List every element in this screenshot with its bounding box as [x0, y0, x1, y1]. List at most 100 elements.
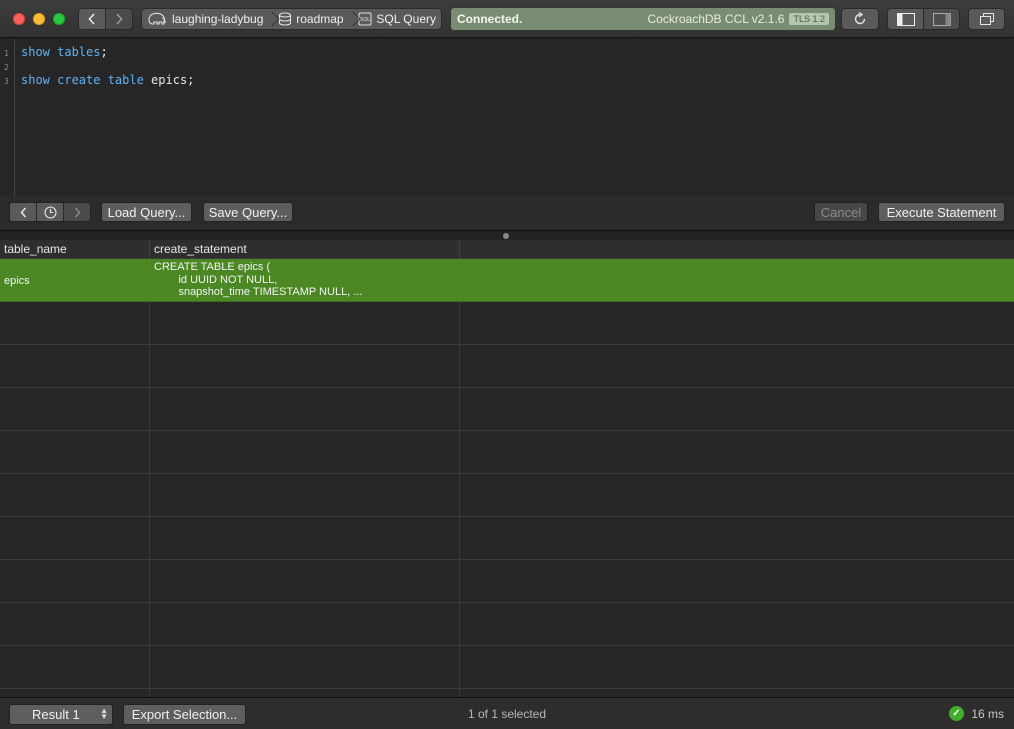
navigation-buttons [78, 8, 133, 30]
toggle-left-panel-button[interactable] [888, 9, 923, 29]
elephant-icon [148, 12, 166, 25]
minimize-window-button[interactable] [33, 13, 45, 25]
window-toolbar: laughing-ladybug roadmap SQL SQL Query C… [0, 0, 1014, 38]
empty-cell [0, 431, 150, 474]
empty-cell [150, 474, 460, 517]
cancel-button[interactable]: Cancel [814, 202, 868, 222]
history-back-button[interactable] [10, 203, 36, 221]
empty-row [0, 689, 1014, 697]
sql-keyword: show create table [21, 73, 144, 87]
results-table[interactable]: table_name create_statement epics CREATE… [0, 240, 1014, 697]
history-button[interactable] [36, 203, 63, 221]
empty-cell [0, 560, 150, 603]
breadcrumb-item-database[interactable]: roadmap [273, 9, 348, 29]
empty-cell [0, 474, 150, 517]
pane-splitter[interactable] [0, 230, 1014, 240]
sql-text: ; [100, 45, 108, 59]
windows-icon [979, 13, 994, 25]
code-line: show create table epics; [21, 73, 194, 87]
chevron-right-icon [116, 13, 123, 25]
empty-cell [0, 345, 150, 388]
empty-row [0, 560, 1014, 603]
selection-info: 1 of 1 selected [467, 707, 547, 721]
empty-cell [0, 603, 150, 646]
empty-row [0, 345, 1014, 388]
execute-statement-button[interactable]: Execute Statement [878, 202, 1005, 222]
empty-row [0, 646, 1014, 689]
results-status-bar: Result 1 ▲ ▼ Export Selection... 1 of 1 s… [0, 697, 1014, 729]
table-cell: CREATE TABLE epics ( id UUID NOT NULL, s… [154, 261, 363, 298]
server-version: CockroachDB CCL v2.1.6 [647, 12, 785, 26]
breadcrumb: laughing-ladybug roadmap SQL SQL Query [141, 8, 442, 30]
history-forward-button[interactable] [63, 203, 90, 221]
empty-cell [150, 388, 460, 431]
empty-cell [150, 689, 460, 697]
sql-editor[interactable]: 1 2 3 show tables; show create table epi… [0, 39, 1014, 196]
empty-cell [0, 646, 150, 689]
empty-row [0, 603, 1014, 646]
breadcrumb-separator [268, 9, 273, 29]
clock-icon [43, 205, 57, 219]
empty-cell [0, 388, 150, 431]
editor-action-bar: Load Query... Save Query... Cancel Execu… [0, 196, 1014, 230]
line-number: 3 [4, 77, 9, 86]
sql-text: epics; [143, 73, 195, 87]
empty-cell [150, 302, 460, 345]
sidebar-right-icon [932, 12, 951, 26]
empty-cell [150, 603, 460, 646]
forward-button[interactable] [105, 9, 132, 29]
sql-keyword: show tables [21, 45, 101, 59]
column-header-table-name[interactable]: table_name [0, 240, 150, 259]
checkmark-success-icon: ✓ [949, 706, 964, 721]
breadcrumb-label: roadmap [296, 12, 344, 26]
history-navigation [9, 202, 91, 222]
new-window-button[interactable] [968, 8, 1005, 30]
refresh-button[interactable] [841, 8, 879, 30]
breadcrumb-label: SQL Query [376, 12, 436, 26]
splitter-handle-icon [503, 233, 509, 239]
execution-time: 16 ms [971, 707, 1004, 721]
close-window-button[interactable] [13, 13, 25, 25]
chevron-left-icon [88, 13, 95, 25]
empty-cell [0, 517, 150, 560]
connection-status-panel: Connected. CockroachDB CCL v2.1.6 TLS 1.… [450, 7, 836, 31]
database-icon [279, 12, 292, 26]
empty-cell [150, 646, 460, 689]
connection-status-text: Connected. [457, 12, 523, 26]
empty-cell [0, 689, 150, 697]
empty-cell [0, 302, 150, 345]
panel-toggle-group [887, 8, 960, 30]
zoom-window-button[interactable] [53, 13, 65, 25]
column-header-create-statement[interactable]: create_statement [150, 240, 460, 259]
sql-file-icon: SQL [358, 12, 372, 26]
breadcrumb-item-connection[interactable]: laughing-ladybug [142, 9, 268, 29]
toggle-right-panel-button[interactable] [923, 9, 959, 29]
empty-row [0, 431, 1014, 474]
svg-text:SQL: SQL [360, 17, 370, 23]
load-query-button[interactable]: Load Query... [101, 202, 192, 222]
refresh-icon [854, 12, 866, 25]
breadcrumb-label: laughing-ladybug [172, 12, 264, 26]
breadcrumb-separator [349, 9, 354, 29]
save-query-button[interactable]: Save Query... [203, 202, 293, 222]
breadcrumb-item-sql-query[interactable]: SQL SQL Query [353, 9, 441, 29]
table-header: table_name create_statement [0, 240, 1014, 259]
empty-row [0, 474, 1014, 517]
line-number: 2 [4, 63, 9, 72]
code-line: show tables; [21, 45, 108, 59]
empty-cell [150, 431, 460, 474]
empty-row [0, 302, 1014, 345]
chevron-right-icon [74, 207, 81, 217]
empty-cell [150, 560, 460, 603]
back-button[interactable] [79, 9, 105, 29]
empty-row [0, 388, 1014, 431]
table-row[interactable]: epics CREATE TABLE epics ( id UUID NOT N… [0, 259, 1014, 302]
chevron-left-icon [19, 207, 26, 217]
sidebar-left-icon [896, 12, 915, 26]
tls-badge: TLS 1.2 [789, 13, 829, 25]
empty-cell [150, 517, 460, 560]
empty-row [0, 517, 1014, 560]
line-number: 1 [4, 49, 9, 58]
empty-cell [150, 345, 460, 388]
table-cell: epics [4, 274, 30, 287]
